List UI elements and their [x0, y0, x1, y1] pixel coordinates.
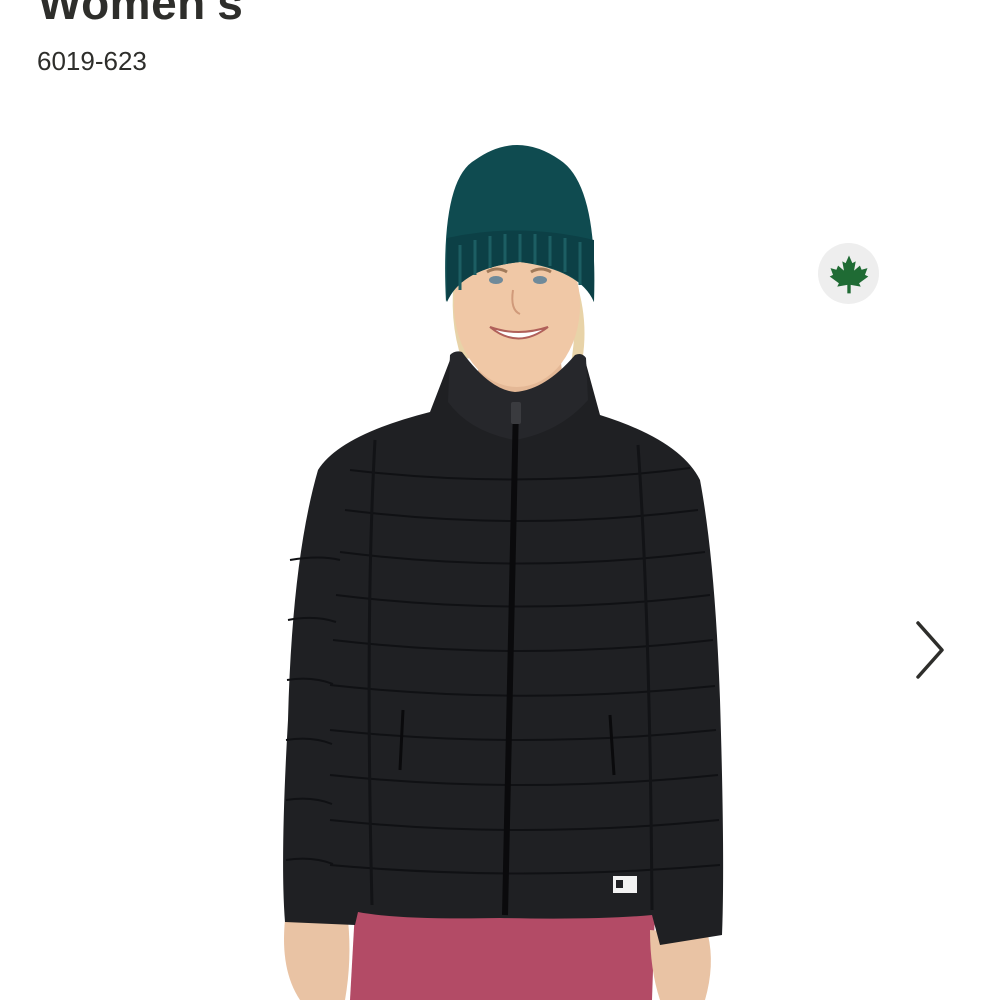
product-sku: 6019-623 — [37, 46, 147, 76]
product-image[interactable] — [0, 100, 994, 1000]
canadian-maple-leaf-badge — [818, 243, 879, 304]
product-title: Women's — [38, 0, 244, 29]
next-image-button[interactable] — [905, 615, 955, 685]
chevron-right-icon — [916, 621, 944, 679]
product-image-gallery[interactable] — [0, 100, 994, 1000]
maple-leaf-icon — [829, 255, 868, 293]
